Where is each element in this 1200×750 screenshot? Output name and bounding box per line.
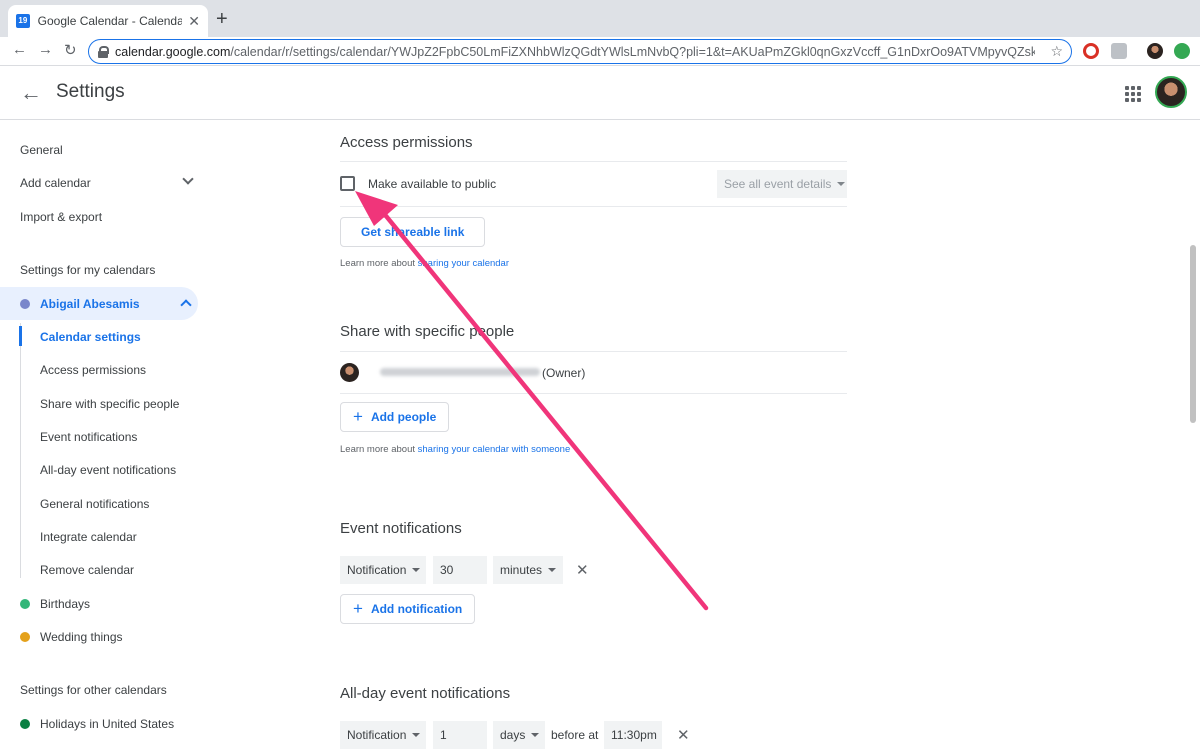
sidebar-calendar-holidays[interactable]: Holidays in United States [20, 707, 174, 740]
divider [340, 351, 847, 352]
bookmark-star-icon[interactable]: ☆ [1050, 43, 1063, 60]
subnav-active-indicator [19, 326, 22, 346]
add-notification-button[interactable]: + Add notification [340, 594, 476, 624]
share-people-heading: Share with specific people [340, 323, 515, 340]
divider [340, 393, 847, 394]
access-permissions-heading: Access permissions [340, 134, 473, 151]
scrollbar[interactable] [1186, 121, 1200, 750]
sidebar-item-add-calendar[interactable]: Add calendar [20, 166, 200, 199]
calendar-color-dot [20, 298, 30, 309]
back-arrow-icon[interactable]: ← [20, 80, 42, 106]
sharing-calendar-link[interactable]: sharing your calendar [418, 258, 509, 269]
scrollbar-thumb[interactable] [1190, 245, 1196, 423]
learn-more-sharing: Learn more about sharing your calendar [340, 258, 509, 269]
other-calendars-heading: Settings for other calendars [20, 683, 167, 697]
browser-tab[interactable]: 19 Google Calendar - Calendar se ✕ [8, 5, 208, 37]
dropdown-caret-icon [548, 568, 557, 572]
learn-more-sharing-someone: Learn more about sharing your calendar w… [340, 444, 571, 455]
sidebar-item-event-notifications[interactable]: Event notifications [40, 430, 137, 444]
public-checkbox-label: Make available to public [368, 177, 497, 191]
reload-icon[interactable]: ↻ [64, 41, 77, 59]
browser-tabstrip: 19 Google Calendar - Calendar se ✕ + [0, 0, 1200, 37]
calendar-color-dot [20, 631, 30, 642]
dropdown-caret-icon [531, 733, 540, 737]
sidebar-calendar-wedding[interactable]: Wedding things [20, 620, 123, 653]
back-icon[interactable]: ← [12, 41, 27, 58]
sidebar-calendar-birthdays[interactable]: Birthdays [20, 587, 90, 620]
account-avatar[interactable] [1155, 76, 1187, 108]
forward-icon[interactable]: → [38, 41, 53, 58]
dropdown-caret-icon [837, 182, 846, 186]
sidebar-calendar-abigail[interactable]: Abigail Abesamis [20, 287, 198, 320]
owner-role: (Owner) [542, 366, 586, 380]
google-apps-icon[interactable] [1125, 86, 1141, 102]
new-tab-icon[interactable]: + [216, 9, 228, 29]
before-at-label: before at [551, 728, 599, 742]
browser-toolbar: ← → ↻ calendar.google.com/calendar/r/set… [0, 37, 1200, 66]
remove-notification-icon[interactable]: ✕ [576, 561, 589, 579]
allday-amount-input[interactable]: 1 [433, 721, 487, 749]
event-details-select[interactable]: See all event details [717, 170, 847, 198]
calendar-color-dot [20, 718, 30, 729]
url-text: calendar.google.com/calendar/r/settings/… [115, 44, 1035, 59]
profile-avatar-icon[interactable] [1147, 43, 1163, 59]
event-notifications-heading: Event notifications [340, 520, 462, 537]
tab-title: Google Calendar - Calendar se [37, 14, 183, 28]
sidebar-item-share-people[interactable]: Share with specific people [40, 397, 179, 411]
settings-sidebar: General Add calendar Import & export Set… [0, 121, 210, 750]
my-calendars-heading: Settings for my calendars [20, 263, 156, 277]
lock-icon [97, 45, 109, 58]
add-people-button[interactable]: + Add people [340, 402, 450, 432]
page-title: Settings [56, 81, 125, 102]
sidebar-item-import-export[interactable]: Import & export [20, 200, 200, 233]
dropdown-caret-icon [412, 568, 421, 572]
divider [340, 206, 847, 207]
calendar-color-dot [20, 598, 30, 609]
notification-type-select[interactable]: Notification [340, 556, 426, 584]
sidebar-item-access-permissions[interactable]: Access permissions [40, 363, 146, 377]
sidebar-item-calendar-settings[interactable]: Calendar settings [40, 330, 141, 344]
tab-close-icon[interactable]: ✕ [188, 13, 200, 30]
notification-unit-select[interactable]: minutes [493, 556, 563, 584]
address-bar[interactable]: calendar.google.com/calendar/r/settings/… [88, 39, 1072, 64]
owner-avatar [340, 363, 359, 382]
app-header: ← Settings [0, 66, 1200, 120]
divider [340, 161, 847, 162]
allday-unit-select[interactable]: days [493, 721, 545, 749]
allday-notifications-heading: All-day event notifications [340, 685, 511, 702]
dropdown-caret-icon [412, 733, 421, 737]
sidebar-item-general-notifications[interactable]: General notifications [40, 497, 149, 511]
sidebar-item-remove-calendar[interactable]: Remove calendar [40, 563, 134, 577]
sidebar-item-integrate-calendar[interactable]: Integrate calendar [40, 530, 137, 544]
get-shareable-link-button[interactable]: Get shareable link [340, 217, 486, 247]
allday-type-select[interactable]: Notification [340, 721, 426, 749]
subnav-line [20, 323, 21, 578]
notification-amount-input[interactable]: 30 [433, 556, 487, 584]
sidebar-item-allday-notifications[interactable]: All-day event notifications [40, 463, 176, 477]
public-checkbox[interactable] [340, 176, 355, 191]
extension-k-icon[interactable] [1111, 43, 1127, 59]
calendar-favicon-icon: 19 [16, 14, 30, 28]
plus-icon: + [353, 599, 363, 618]
chevron-up-icon [180, 299, 192, 311]
sidebar-item-general[interactable]: General [20, 133, 200, 166]
owner-email-blurred [380, 368, 540, 376]
extension-opera-icon[interactable] [1083, 43, 1099, 59]
extension-green-icon[interactable] [1174, 43, 1190, 59]
remove-allday-notification-icon[interactable]: ✕ [677, 726, 690, 744]
allday-time-select[interactable]: 11:30pm [604, 721, 662, 749]
sharing-someone-link[interactable]: sharing your calendar with someone [418, 444, 571, 455]
plus-icon: + [353, 407, 363, 426]
chevron-down-icon [182, 173, 194, 185]
